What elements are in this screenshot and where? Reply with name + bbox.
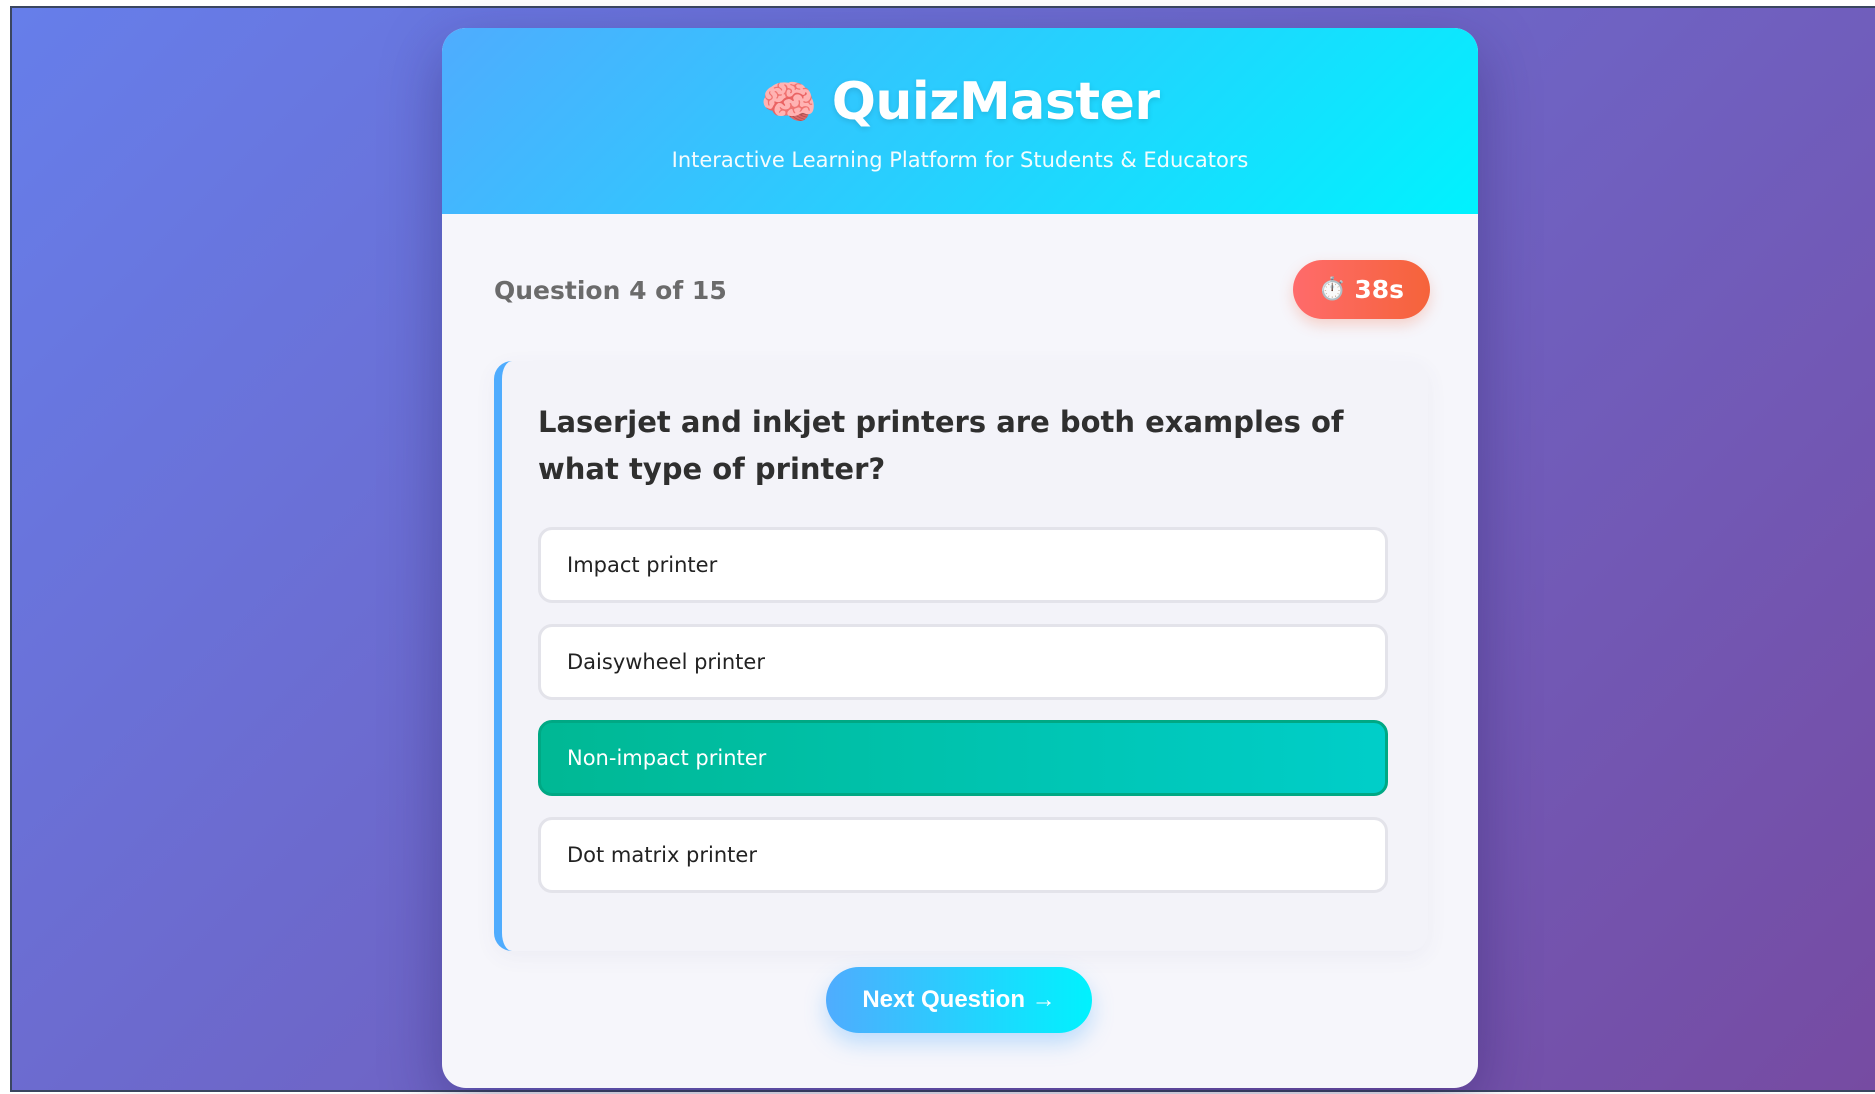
answer-option-1[interactable]: Impact printer	[538, 527, 1388, 603]
timer-value: 38s	[1354, 275, 1404, 304]
question-counter: Question 4 of 15	[494, 276, 727, 305]
option-label: Dot matrix printer	[567, 843, 757, 867]
option-label: Non-impact printer	[567, 746, 767, 770]
quiz-card: 🧠 QuizMaster Interactive Learning Platfo…	[442, 28, 1478, 1088]
question-text: Laserjet and inkjet printers are both ex…	[538, 405, 1344, 486]
brain-icon: 🧠	[760, 75, 818, 129]
answer-option-3-selected[interactable]: Non-impact printer	[538, 720, 1388, 796]
brand: 🧠 QuizMaster	[442, 28, 1478, 132]
option-label: Daisywheel printer	[567, 650, 765, 674]
question-panel: Laserjet and inkjet printers are both ex…	[494, 361, 1428, 951]
next-question-button[interactable]: Next Question →	[826, 967, 1092, 1033]
stopwatch-icon: ⏱️	[1318, 277, 1347, 302]
answer-option-4[interactable]: Dot matrix printer	[538, 817, 1388, 893]
app-subtitle: Interactive Learning Platform for Studen…	[671, 148, 1249, 172]
timer-badge: ⏱️ 38s	[1292, 260, 1430, 319]
answer-option-2[interactable]: Daisywheel printer	[538, 624, 1388, 700]
page-background: 🧠 QuizMaster Interactive Learning Platfo…	[10, 6, 1875, 1092]
app-title: QuizMaster	[831, 72, 1160, 132]
option-label: Impact printer	[567, 553, 718, 577]
app-header: 🧠 QuizMaster Interactive Learning Platfo…	[442, 28, 1478, 214]
